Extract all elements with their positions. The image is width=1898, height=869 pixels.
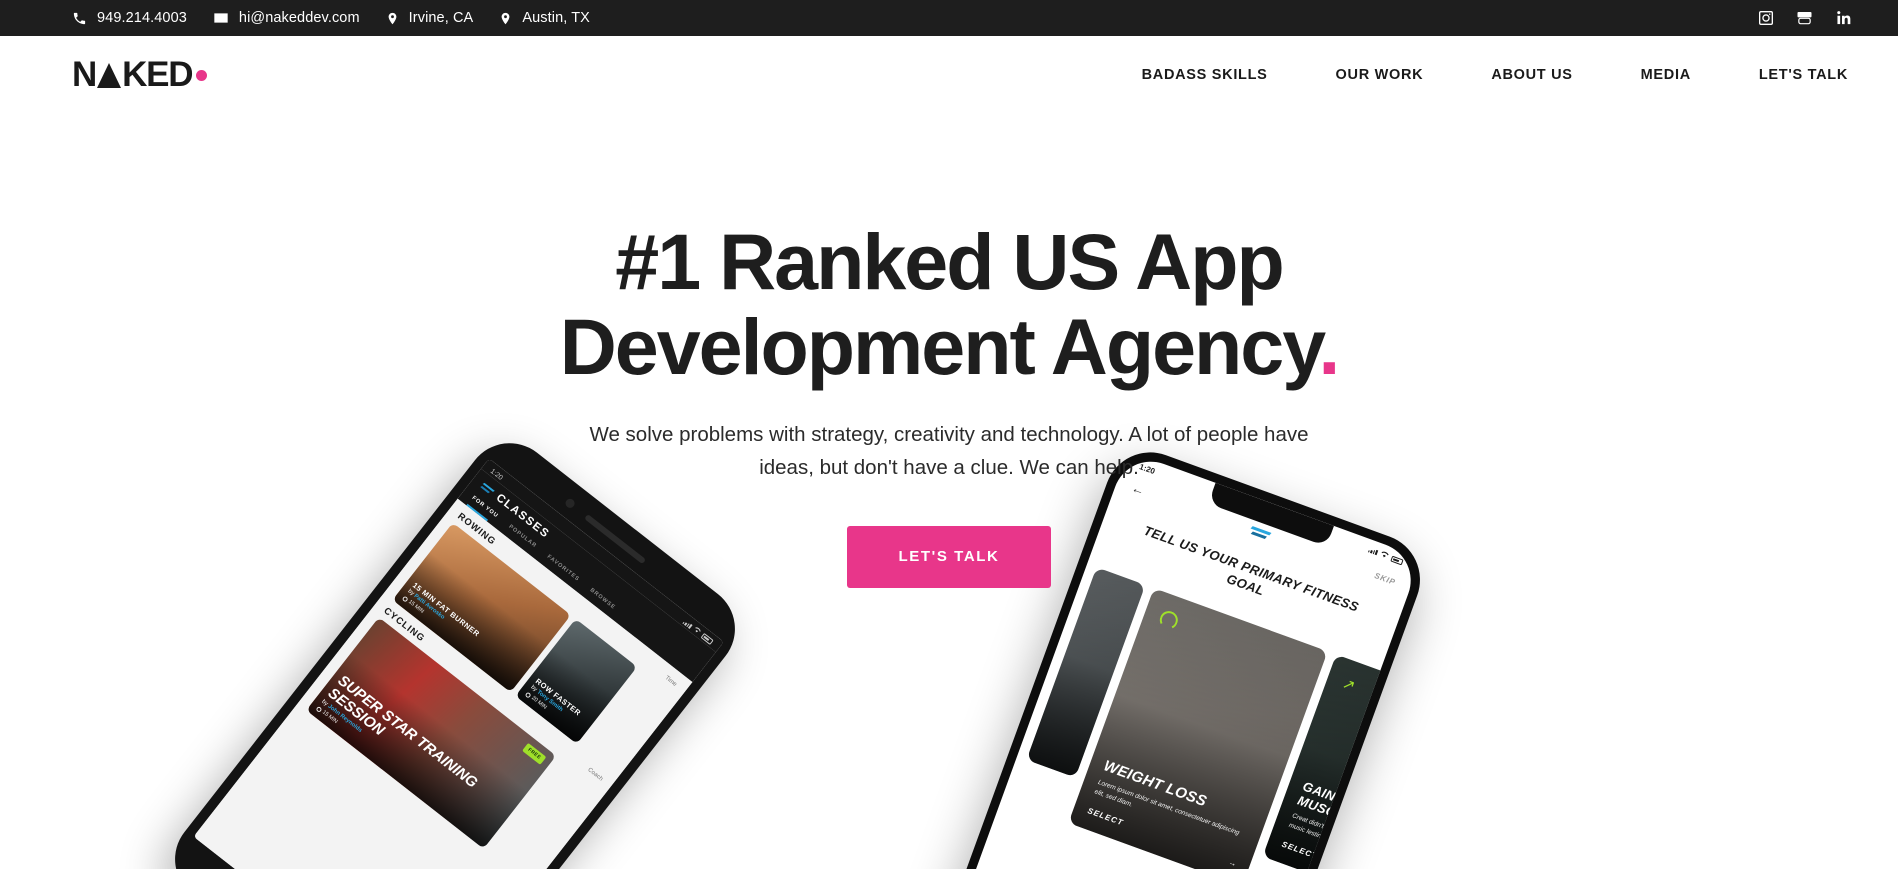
logo-text-part1: N	[72, 55, 97, 94]
logo-dot-icon	[196, 69, 208, 81]
main-navigation: BADASS SKILLS OUR WORK ABOUT US MEDIA LE…	[1142, 67, 1848, 83]
logo-text: N KED	[72, 55, 208, 95]
logo-text-part2: KED	[122, 55, 194, 94]
page-title: #1 Ranked US App Development Agency.	[449, 219, 1449, 390]
hero-subtitle: We solve problems with strategy, creativ…	[589, 422, 1309, 479]
youtube-icon[interactable]	[1796, 10, 1813, 27]
hero-title-line2: Development Agency	[559, 302, 1321, 392]
map-pin-icon	[386, 11, 399, 26]
nav-item-about-us[interactable]: ABOUT US	[1491, 67, 1572, 83]
hero-title-accent-dot: .	[1318, 302, 1340, 392]
logo-triangle-a-icon	[97, 62, 122, 88]
nav-item-our-work[interactable]: OUR WORK	[1336, 67, 1424, 83]
phone-number: 949.214.4003	[97, 10, 187, 26]
location-irvine[interactable]: Irvine, CA	[386, 10, 474, 26]
hero-content: #1 Ranked US App Development Agency. We …	[0, 114, 1898, 589]
location-label: Austin, TX	[522, 10, 590, 26]
location-austin[interactable]: Austin, TX	[499, 10, 590, 26]
lets-talk-button[interactable]: LET'S TALK	[846, 526, 1052, 589]
email-contact[interactable]: hi@nakeddev.com	[213, 10, 360, 26]
hero-section: 1:20 CLASSES FOR YOU POPULAR FAVORITES B…	[0, 114, 1898, 869]
nav-item-lets-talk[interactable]: LET'S TALK	[1759, 67, 1848, 83]
cta-wrapper: LET'S TALK	[0, 526, 1898, 589]
phone-contact[interactable]: 949.214.4003	[72, 10, 187, 26]
social-links-group	[1757, 10, 1870, 27]
linkedin-icon[interactable]	[1835, 10, 1852, 27]
filter-time[interactable]: Time	[664, 675, 678, 688]
card-description: Creat didn't music lestin	[1287, 812, 1325, 840]
location-label: Irvine, CA	[408, 10, 474, 26]
contact-info-group: 949.214.4003 hi@nakeddev.com Irvine, CA	[72, 10, 1757, 26]
hero-title-line1: #1 Ranked US App	[615, 217, 1284, 306]
email-address: hi@nakeddev.com	[238, 10, 360, 26]
logo[interactable]: N KED	[72, 55, 208, 95]
map-pin-icon	[499, 11, 512, 26]
site-header: N KED BADASS SKILLS OUR WORK ABOUT US ME…	[0, 36, 1898, 114]
free-badge: FREE	[522, 742, 547, 765]
instagram-icon[interactable]	[1757, 10, 1774, 27]
envelope-icon	[213, 10, 229, 26]
filter-coach[interactable]: Coach	[587, 767, 604, 782]
nav-item-badass-skills[interactable]: BADASS SKILLS	[1142, 67, 1268, 83]
nav-item-media[interactable]: MEDIA	[1641, 67, 1691, 83]
phone-icon	[72, 11, 87, 26]
top-contact-bar: 949.214.4003 hi@nakeddev.com Irvine, CA	[0, 0, 1898, 36]
